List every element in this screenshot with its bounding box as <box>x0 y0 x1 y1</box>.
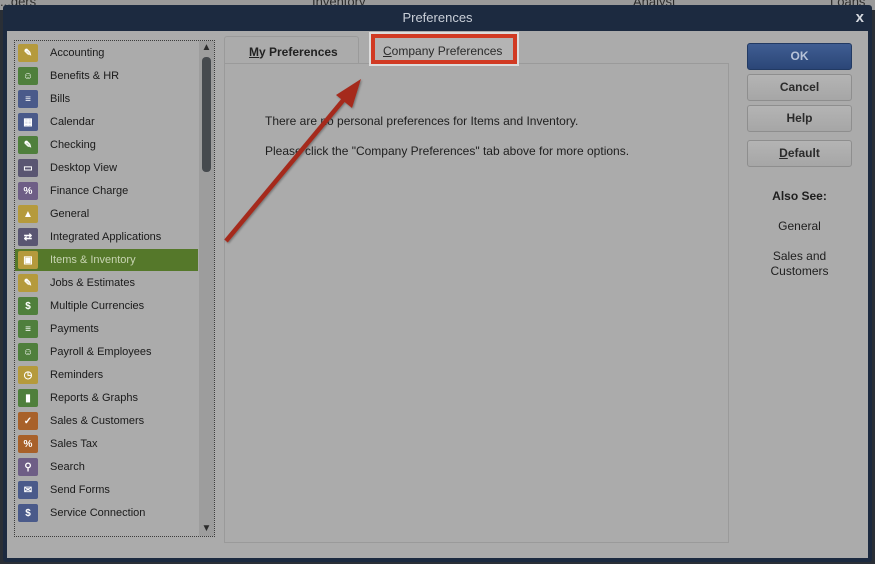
help-button[interactable]: Help <box>747 105 852 132</box>
desktop-view-icon: ▭ <box>18 159 38 177</box>
sidebar-item[interactable]: ✓ Sales & Customers <box>15 410 198 432</box>
search-icon: ⚲ <box>18 458 38 476</box>
bills-icon: ≡ <box>18 90 38 108</box>
sidebar-item-label: Reports & Graphs <box>50 392 139 404</box>
multiple-currencies-icon: $ <box>18 297 38 315</box>
checking-icon: ✎ <box>18 136 38 154</box>
no-preferences-message: There are no personal preferences for It… <box>265 114 579 128</box>
reminders-icon: ◷ <box>18 366 38 384</box>
sidebar-item[interactable]: ☺ Benefits & HR <box>15 65 198 87</box>
preferences-panel: There are no personal preferences for It… <box>224 63 729 543</box>
sidebar-item[interactable]: ▭ Desktop View <box>15 157 198 179</box>
sidebar-item-label: Send Forms <box>50 484 110 496</box>
service-connection-icon: $ <box>18 504 38 522</box>
list-scrollbar[interactable]: ▲ ▼ <box>199 41 214 536</box>
tab-label: ompany Preferences <box>391 44 503 58</box>
sidebar-item-label: Items & Inventory <box>50 254 136 266</box>
sidebar-item[interactable]: ▲ General <box>15 203 198 225</box>
scroll-thumb[interactable] <box>202 57 211 172</box>
sidebar-item[interactable]: ▦ Calendar <box>15 111 198 133</box>
sidebar-item[interactable]: % Sales Tax <box>15 433 198 455</box>
sidebar-item[interactable]: ✉ Send Forms <box>15 479 198 501</box>
sidebar-item-label: Checking <box>50 139 96 151</box>
default-label: efault <box>787 146 820 160</box>
scroll-down-arrow-icon[interactable]: ▼ <box>199 522 214 536</box>
sidebar-item-label: Benefits & HR <box>50 70 120 82</box>
tab-my-preferences[interactable]: My Preferences <box>224 36 359 63</box>
payroll-employees-icon: ☺ <box>18 343 38 361</box>
ok-button[interactable]: OK <box>747 43 852 70</box>
tab-label: y Preferences <box>259 45 338 59</box>
payments-icon: ≡ <box>18 320 38 338</box>
close-icon[interactable]: x <box>856 9 864 27</box>
integrated-applications-icon: ⇄ <box>18 228 38 246</box>
sidebar-item-label: Finance Charge <box>50 185 129 197</box>
sidebar-item[interactable]: ▣ Items & Inventory <box>15 249 198 271</box>
sidebar-item-label: Multiple Currencies <box>50 300 145 312</box>
sidebar-item-label: Bills <box>50 93 71 105</box>
accounting-icon: ✎ <box>18 44 38 62</box>
also-see-sales-customers-link[interactable]: Sales and Customers <box>747 249 852 279</box>
sidebar-item[interactable]: ✎ Accounting <box>15 42 198 64</box>
calendar-icon: ▦ <box>18 113 38 131</box>
sidebar-item-label: Reminders <box>50 369 104 381</box>
sidebar-item[interactable]: ☺ Payroll & Employees <box>15 341 198 363</box>
sidebar-item[interactable]: ✎ Checking <box>15 134 198 156</box>
general-icon: ▲ <box>18 205 38 223</box>
sidebar-item-label: General <box>50 208 90 220</box>
sidebar-item-label: Sales Tax <box>50 438 98 450</box>
sidebar-item[interactable]: ▮ Reports & Graphs <box>15 387 198 409</box>
send-forms-icon: ✉ <box>18 481 38 499</box>
sidebar-item[interactable]: ⚲ Search <box>15 456 198 478</box>
preferences-dialog: Preferences x ▲ ▼ ✎ Accounting ☺ Benefits &… <box>3 5 872 562</box>
sidebar-item[interactable]: ≡ Payments <box>15 318 198 340</box>
reports-graphs-icon: ▮ <box>18 389 38 407</box>
also-see-heading: Also See: <box>772 189 827 203</box>
sidebar-item[interactable]: $ Service Connection <box>15 502 198 524</box>
sidebar-item-label: Search <box>50 461 85 473</box>
sidebar-item-label: Jobs & Estimates <box>50 277 135 289</box>
sales-customers-icon: ✓ <box>18 412 38 430</box>
window-title: Preferences <box>402 10 473 25</box>
sidebar-item-label: Integrated Applications <box>50 231 162 243</box>
sidebar-item-label: Calendar <box>50 116 95 128</box>
sidebar-item-label: Sales & Customers <box>50 415 145 427</box>
sidebar-item-label: Desktop View <box>50 162 118 174</box>
sidebar-item[interactable]: ⇄ Integrated Applications <box>15 226 198 248</box>
sidebar-item-label: Accounting <box>50 47 105 59</box>
default-mnemonic: D <box>779 146 788 160</box>
default-button[interactable]: Default <box>747 140 852 167</box>
scroll-up-arrow-icon[interactable]: ▲ <box>199 41 214 55</box>
dialog-body: ▲ ▼ ✎ Accounting ☺ Benefits & HR ≡ Bills ▦ Cale… <box>7 31 868 558</box>
items-inventory-icon: ▣ <box>18 251 38 269</box>
sidebar-item[interactable]: ✎ Jobs & Estimates <box>15 272 198 294</box>
sidebar-item-label: Payments <box>50 323 99 335</box>
sidebar-item[interactable]: ◷ Reminders <box>15 364 198 386</box>
category-list: ▲ ▼ ✎ Accounting ☺ Benefits & HR ≡ Bills ▦ Cale… <box>14 40 215 537</box>
sales-tax-icon: % <box>18 435 38 453</box>
tab-company-preferences[interactable]: Company Preferences <box>371 34 517 64</box>
benefits-hr-icon: ☺ <box>18 67 38 85</box>
jobs-estimates-icon: ✎ <box>18 274 38 292</box>
sidebar-item-label: Service Connection <box>50 507 146 519</box>
company-preferences-hint: Please click the "Company Preferences" t… <box>265 144 630 158</box>
tab-mnemonic: C <box>383 44 392 58</box>
cancel-button[interactable]: Cancel <box>747 74 852 101</box>
sidebar-item-label: Payroll & Employees <box>50 346 152 358</box>
sidebar-item[interactable]: $ Multiple Currencies <box>15 295 198 317</box>
finance-charge-icon: % <box>18 182 38 200</box>
also-see-general-link[interactable]: General <box>747 219 852 233</box>
sidebar-item[interactable]: ≡ Bills <box>15 88 198 110</box>
tab-mnemonic: M <box>249 45 259 59</box>
sidebar-item[interactable]: % Finance Charge <box>15 180 198 202</box>
title-bar[interactable]: Preferences x <box>3 5 872 31</box>
